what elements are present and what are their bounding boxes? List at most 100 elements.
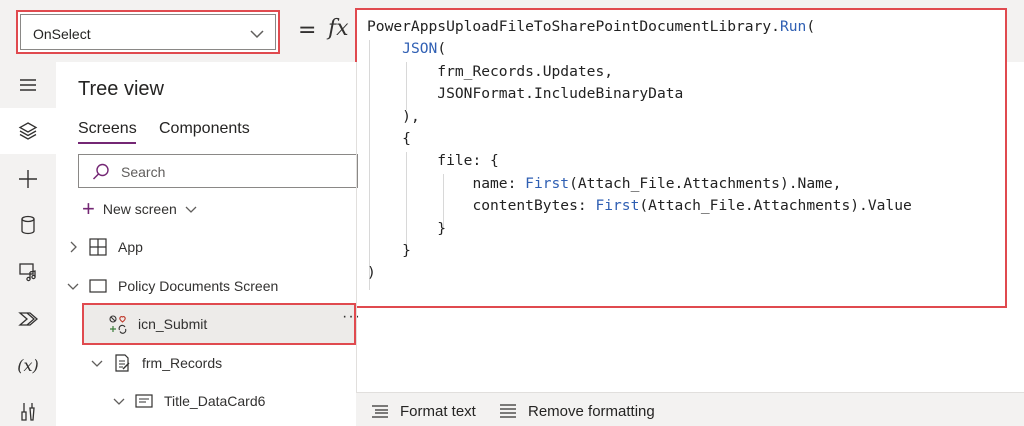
code-token: name: [472, 174, 526, 192]
code-line[interactable]: file: { [367, 150, 912, 172]
code-line[interactable]: JSONFormat.IncludeBinaryData [367, 83, 912, 105]
fx-icon[interactable]: fx [328, 16, 349, 41]
code-line[interactable]: name: First(Attach_File.Attachments).Nam… [367, 173, 912, 195]
tree-item-label: icn_Submit [138, 316, 208, 332]
plus-icon: + [82, 196, 95, 221]
app-icon [89, 238, 107, 256]
code-token: contentBytes: [472, 197, 596, 215]
icon-control-icon [109, 315, 127, 334]
tree-item-app[interactable]: App [66, 232, 143, 262]
code-token: file: { [437, 152, 499, 170]
tab-screens[interactable]: Screens [78, 120, 137, 138]
tree-view-panel: Tree view Screens Components Search + Ne… [56, 62, 360, 426]
format-text-label: Format text [400, 402, 476, 420]
tab-underline [78, 142, 136, 144]
code-token: (Attach_File.Attachments).Value [639, 197, 912, 215]
code-token: { [402, 129, 411, 147]
chevron-right-icon[interactable] [66, 240, 80, 254]
formula-code[interactable]: PowerAppsUploadFileToSharePointDocumentL… [367, 16, 912, 285]
formula-editor[interactable]: PowerAppsUploadFileToSharePointDocumentL… [355, 8, 1007, 308]
tree-item-screen[interactable]: Policy Documents Screen [66, 271, 278, 301]
data-button[interactable] [0, 202, 56, 248]
tree-item-form[interactable]: frm_Records [90, 348, 222, 378]
chevron-down-icon[interactable] [66, 279, 80, 293]
more-options-icon[interactable]: ··· [342, 308, 361, 326]
code-line[interactable]: ) [367, 262, 912, 284]
tools-button[interactable] [0, 388, 56, 426]
hamburger-button[interactable] [0, 62, 56, 108]
code-line[interactable]: frm_Records.Updates, [367, 61, 912, 83]
variables-button[interactable]: (x) [0, 342, 56, 388]
datacard-icon [135, 394, 153, 408]
search-input[interactable]: Search [78, 154, 358, 188]
chevron-down-icon [185, 206, 197, 213]
search-icon [92, 163, 109, 180]
remove-formatting-icon [500, 404, 516, 418]
media-icon [19, 263, 36, 282]
tree-item-label: App [118, 239, 143, 255]
new-screen-button[interactable]: + New screen [82, 198, 197, 220]
code-line[interactable]: JSON( [367, 38, 912, 60]
formula-toolbar: Format text Remove formatting [356, 392, 1024, 426]
code-line[interactable]: { [367, 128, 912, 150]
code-token: JSONFormat.IncludeBinaryData [437, 85, 684, 103]
tree-view-button[interactable] [0, 108, 56, 154]
plus-icon [19, 170, 37, 188]
equals-sign: = [298, 18, 317, 43]
tree-item-label: Policy Documents Screen [118, 278, 279, 294]
property-dropdown[interactable]: OnSelect [16, 10, 280, 54]
tab-components[interactable]: Components [159, 120, 250, 138]
tree-item-datacard[interactable]: Title_DataCard6 [112, 386, 265, 416]
chevron-down-icon[interactable] [112, 394, 126, 408]
code-token: ), [402, 107, 420, 125]
code-token: ( [806, 18, 816, 35]
form-icon [115, 354, 130, 372]
format-text-icon [372, 405, 388, 418]
panel-title: Tree view [78, 78, 164, 100]
code-token: frm_Records.Updates, [437, 62, 614, 80]
power-automate-button[interactable] [0, 296, 56, 342]
tree-item-icn-submit[interactable]: icn_Submit [108, 309, 207, 339]
code-line[interactable]: ), [367, 106, 912, 128]
code-token: } [437, 219, 447, 237]
chevron-down-icon [250, 30, 264, 39]
format-text-button[interactable]: Format text [370, 401, 476, 421]
code-function-token: JSON [402, 40, 438, 58]
code-function-token: Run [779, 18, 807, 35]
code-line[interactable]: } [367, 218, 912, 240]
code-line[interactable]: contentBytes: First(Attach_File.Attachme… [367, 195, 912, 217]
property-dropdown-value: OnSelect [33, 26, 91, 42]
media-button[interactable] [0, 248, 56, 294]
remove-formatting-label: Remove formatting [528, 402, 655, 420]
new-screen-label: New screen [102, 201, 177, 217]
property-dropdown-box[interactable]: OnSelect [20, 14, 276, 50]
code-line[interactable]: PowerAppsUploadFileToSharePointDocumentL… [367, 16, 912, 38]
code-token: ( [437, 40, 447, 58]
hamburger-icon [20, 79, 36, 91]
chevron-down-icon[interactable] [90, 356, 104, 370]
code-line[interactable]: } [367, 240, 912, 262]
insert-button[interactable] [0, 156, 56, 202]
tree-item-label: Title_DataCard6 [164, 393, 266, 409]
code-token: PowerAppsUploadFileToSharePointDocumentL… [367, 18, 780, 35]
layers-icon [18, 122, 38, 140]
data-icon [21, 215, 35, 235]
tree-item-label: frm_Records [142, 355, 223, 371]
code-token: } [402, 241, 411, 259]
code-token: (Attach_File.Attachments).Name, [569, 174, 842, 192]
search-placeholder: Search [121, 164, 166, 180]
variables-icon: (x) [17, 355, 39, 375]
power-automate-icon [18, 312, 38, 326]
panel-divider [356, 62, 357, 392]
tools-icon [21, 403, 35, 421]
remove-formatting-button[interactable]: Remove formatting [498, 401, 655, 421]
code-function-token: First [525, 174, 570, 192]
